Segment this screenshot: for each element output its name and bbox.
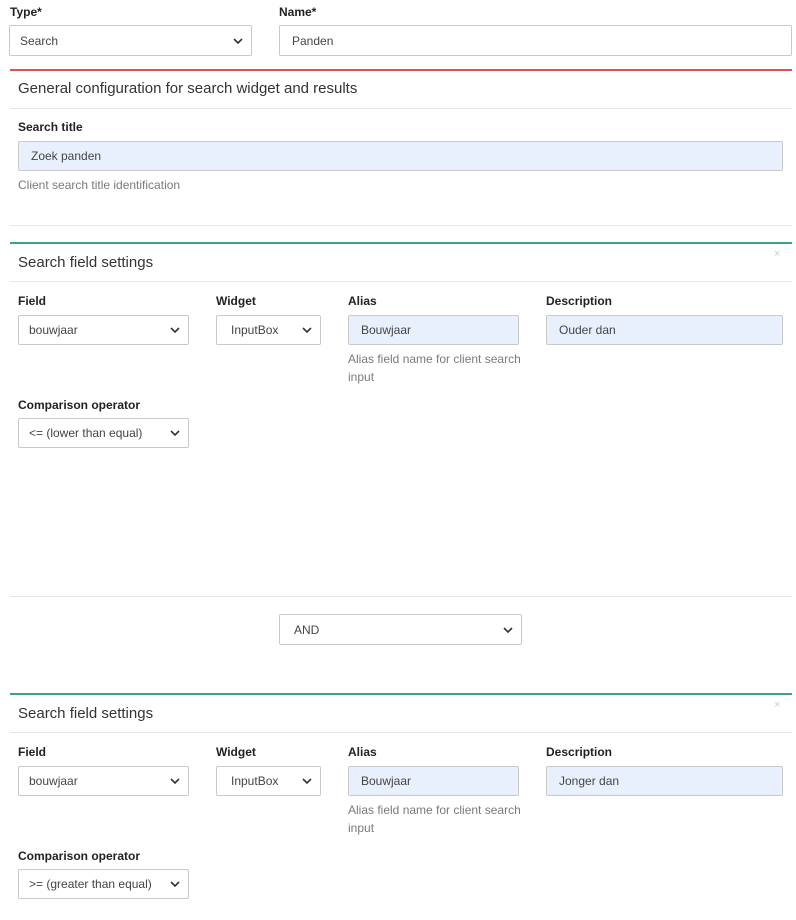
widget-select-value: InputBox	[231, 323, 279, 337]
alias-label: Alias	[348, 294, 377, 308]
alias-label: Alias	[348, 745, 377, 759]
close-icon[interactable]: ×	[774, 248, 780, 260]
chevron-down-icon	[170, 778, 180, 785]
description-input[interactable]: Jonger dan	[546, 766, 783, 796]
connector-select-value: AND	[294, 622, 320, 637]
field-panel-accent	[10, 693, 792, 695]
search-title-label: Search title	[18, 120, 83, 134]
widget-select[interactable]: InputBox	[216, 766, 321, 796]
chevron-down-icon	[503, 626, 513, 633]
widget-label: Widget	[216, 294, 256, 308]
operator-select[interactable]: >= (greater than equal)	[18, 869, 189, 899]
type-select-value: Search	[20, 33, 59, 48]
field-select-value: bouwjaar	[29, 323, 78, 337]
chevron-down-icon	[233, 37, 243, 44]
chevron-down-icon	[302, 778, 312, 785]
divider	[10, 225, 792, 226]
description-label: Description	[546, 294, 613, 308]
widget-select[interactable]: InputBox	[216, 315, 321, 345]
operator-label: Comparison operator	[18, 849, 141, 863]
description-label: Description	[546, 745, 613, 759]
operator-select-value: >= (greater than equal)	[29, 877, 152, 891]
general-panel-title: General configuration for search widget …	[18, 80, 358, 97]
divider	[10, 108, 792, 109]
chevron-down-icon	[170, 327, 180, 334]
chevron-down-icon	[170, 881, 180, 888]
close-icon[interactable]: ×	[774, 699, 780, 711]
general-panel-accent	[10, 69, 792, 71]
field-panel-title: Search field settings	[18, 254, 154, 271]
divider	[10, 732, 792, 733]
field-panel-accent	[10, 242, 792, 244]
chevron-down-icon	[302, 327, 312, 334]
name-label: Name*	[279, 5, 317, 19]
alias-help: Alias field name for client search input	[348, 352, 521, 384]
field-select-value: bouwjaar	[29, 774, 78, 788]
field-select[interactable]: bouwjaar	[18, 315, 189, 345]
field-select[interactable]: bouwjaar	[18, 766, 189, 796]
field-label: Field	[18, 745, 47, 759]
description-input[interactable]: Ouder dan	[546, 315, 783, 345]
divider	[10, 596, 792, 597]
search-title-input[interactable]: Zoek panden	[18, 141, 783, 171]
alias-help: Alias field name for client search input	[348, 803, 521, 835]
widget-select-value: InputBox	[231, 774, 279, 788]
widget-label: Widget	[216, 745, 256, 759]
operator-label: Comparison operator	[18, 398, 141, 412]
name-input[interactable]: Panden	[279, 25, 792, 56]
divider	[10, 281, 792, 282]
operator-select-value: <= (lower than equal)	[29, 426, 143, 440]
type-select[interactable]: Search	[9, 25, 252, 56]
connector-select[interactable]: AND	[279, 614, 522, 645]
search-title-help: Client search title identification	[18, 178, 181, 192]
field-panel-title: Search field settings	[18, 705, 154, 722]
type-label: Type*	[10, 5, 42, 19]
alias-input[interactable]: Bouwjaar	[348, 766, 519, 796]
chevron-down-icon	[170, 430, 180, 437]
alias-input[interactable]: Bouwjaar	[348, 315, 519, 345]
operator-select[interactable]: <= (lower than equal)	[18, 418, 189, 448]
field-label: Field	[18, 294, 47, 308]
